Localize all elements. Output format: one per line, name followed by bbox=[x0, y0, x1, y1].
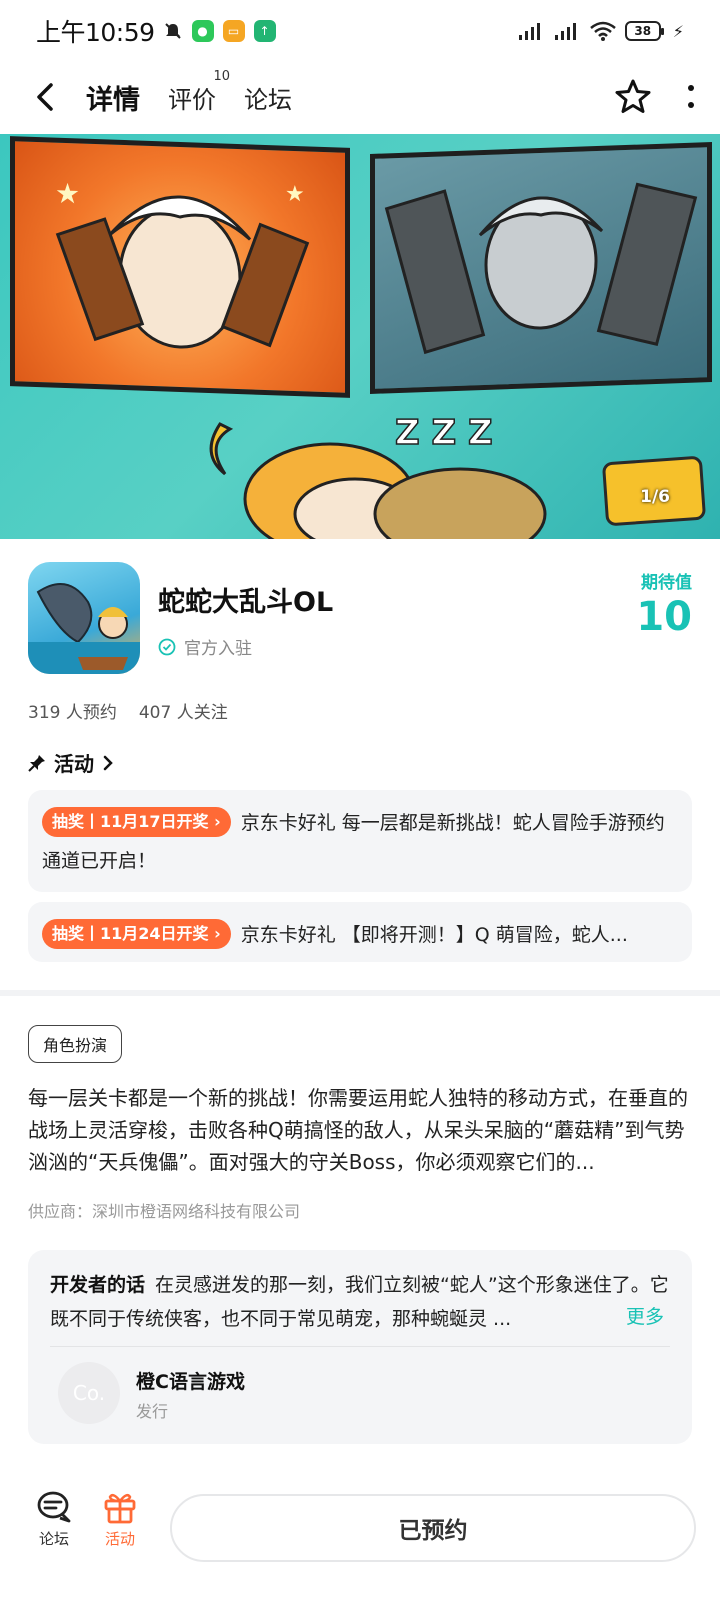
tab-details[interactable]: 详情 bbox=[86, 77, 140, 117]
chevron-left-icon bbox=[37, 83, 53, 111]
tab-details-label: 详情 bbox=[86, 84, 140, 116]
svg-text:Z Z Z: Z Z Z bbox=[395, 413, 493, 453]
banner-page-counter: 1/6 bbox=[640, 487, 670, 507]
tab-forum[interactable]: 论坛 bbox=[244, 77, 292, 117]
back-button[interactable] bbox=[24, 76, 66, 118]
status-right: 38 ⚡ bbox=[517, 20, 684, 42]
activity-button[interactable]: 活动 bbox=[90, 1490, 150, 1549]
section-divider bbox=[0, 990, 720, 996]
forum-button[interactable]: 论坛 bbox=[24, 1490, 84, 1549]
game-stats: 319 人预约 407 人关注 bbox=[28, 698, 228, 723]
status-notification-icons: ● ▭ ↑ bbox=[163, 20, 276, 42]
chevron-right-icon bbox=[103, 755, 113, 770]
nav-header: 详情 评价 10 论坛 bbox=[0, 62, 720, 132]
activity-heading: 活动 bbox=[54, 752, 94, 776]
supplier-info: 供应商：深圳市橙语网络科技有限公司 bbox=[28, 1202, 301, 1221]
genre-tag[interactable]: 角色扮演 bbox=[28, 1025, 123, 1063]
official-label: 官方入驻 bbox=[184, 639, 252, 659]
banner-carousel[interactable]: ★ ★ Z Z Z 1/6 bbox=[0, 134, 720, 539]
developer-divider bbox=[50, 1346, 670, 1347]
lottery-badge-label: 抽奖丨11月17日开奖 bbox=[52, 811, 209, 831]
reserved-button[interactable]: 已预约 bbox=[170, 1494, 696, 1562]
more-link[interactable]: 更多 bbox=[619, 1302, 664, 1329]
signal-icon bbox=[518, 23, 540, 40]
upload-app-icon: ↑ bbox=[253, 20, 276, 42]
publisher-name[interactable]: 橙C语言游戏 bbox=[136, 1367, 245, 1394]
game-app-icon bbox=[28, 562, 140, 674]
activity-card-text: 京东卡好礼 【即将开测！】Q 萌冒险，蛇人... bbox=[240, 924, 628, 946]
expectation-label: 期待值 bbox=[641, 573, 692, 593]
activity-label: 活动 bbox=[104, 1530, 135, 1548]
banner-hero-panel: ★ ★ bbox=[10, 136, 350, 398]
tab-reviews[interactable]: 评价 10 bbox=[168, 69, 230, 117]
sleeping-snake-image: Z Z Z bbox=[209, 412, 547, 539]
wechat-icon: ● bbox=[191, 20, 214, 42]
tab-reviews-label: 评价 bbox=[168, 85, 216, 114]
expectation-value: 10 bbox=[636, 594, 692, 640]
publisher-role: 发行 bbox=[136, 1402, 169, 1421]
svg-text:★: ★ bbox=[285, 182, 305, 208]
lottery-badge: 抽奖丨11月17日开奖 › bbox=[42, 806, 231, 837]
game-info: 蛇蛇大乱斗OL 官方入驻 期待值 10 bbox=[28, 562, 692, 674]
charging-icon: ⚡ bbox=[672, 21, 684, 41]
lottery-badge-label: 抽奖丨11月24日开奖 bbox=[52, 923, 209, 943]
game-title: 蛇蛇大乱斗OL bbox=[158, 587, 334, 618]
chat-bubble-icon bbox=[37, 1491, 71, 1523]
game-description[interactable]: 每一层关卡都是一个新的挑战！你需要运用蛇人独特的移动方式，在垂直的战场上灵活穿梭… bbox=[28, 1082, 692, 1178]
banner-ghost-panel bbox=[370, 142, 712, 394]
wifi-icon bbox=[589, 21, 616, 41]
developer-words[interactable]: 开发者的话 在灵感迸发的那一刻，我们立刻被“蛇人”这个形象迷住了。它既不同于传统侠… bbox=[50, 1268, 670, 1336]
lottery-badge: 抽奖丨11月24日开奖 › bbox=[42, 918, 231, 949]
tab-bar: 详情 评价 10 论坛 bbox=[86, 69, 292, 117]
hero-character-image: ★ ★ bbox=[55, 177, 310, 349]
star-favorite-icon[interactable] bbox=[614, 78, 652, 116]
activity-card[interactable]: 抽奖丨11月17日开奖 › 京东卡好礼 每一层都是新挑战！蛇人冒险手游预约通道已开… bbox=[28, 790, 692, 892]
status-bar: 上午10:59 ● ▭ ↑ 38 ⚡ bbox=[0, 0, 720, 62]
battery-icon: 38 bbox=[624, 21, 664, 41]
gift-icon bbox=[104, 1493, 136, 1524]
mute-bell-icon bbox=[164, 23, 181, 39]
reservation-count: 319 人预约 bbox=[28, 703, 117, 723]
activity-card[interactable]: 抽奖丨11月24日开奖 › 京东卡好礼 【即将开测！】Q 萌冒险，蛇人... bbox=[28, 902, 692, 962]
more-vertical-icon[interactable] bbox=[686, 84, 696, 110]
svg-text:★: ★ bbox=[55, 177, 80, 211]
publisher-avatar[interactable]: Co. bbox=[58, 1362, 120, 1424]
forum-label: 论坛 bbox=[38, 1530, 69, 1548]
bottom-action-bar: 论坛 活动 已预约 bbox=[0, 1480, 720, 1600]
tab-forum-label: 论坛 bbox=[244, 85, 292, 114]
tab-reviews-count: 10 bbox=[213, 69, 230, 84]
developer-words-heading: 开发者的话 bbox=[50, 1274, 146, 1296]
nav-actions bbox=[614, 78, 696, 116]
follower-count: 407 人关注 bbox=[138, 703, 228, 723]
official-badge: 官方入驻 bbox=[158, 634, 252, 659]
activity-section-header[interactable]: 活动 bbox=[28, 748, 114, 777]
message-app-icon: ▭ bbox=[222, 20, 245, 42]
pin-icon bbox=[28, 754, 45, 772]
verified-check-icon bbox=[158, 638, 176, 655]
expectation-score: 期待值 10 bbox=[636, 568, 692, 637]
status-time: 上午10:59 bbox=[36, 18, 155, 47]
ghost-character-image bbox=[384, 182, 698, 355]
signal-icon-2 bbox=[554, 23, 576, 40]
developer-card: 开发者的话 在灵感迸发的那一刻，我们立刻被“蛇人”这个形象迷住了。它既不同于传统侠… bbox=[28, 1250, 692, 1444]
